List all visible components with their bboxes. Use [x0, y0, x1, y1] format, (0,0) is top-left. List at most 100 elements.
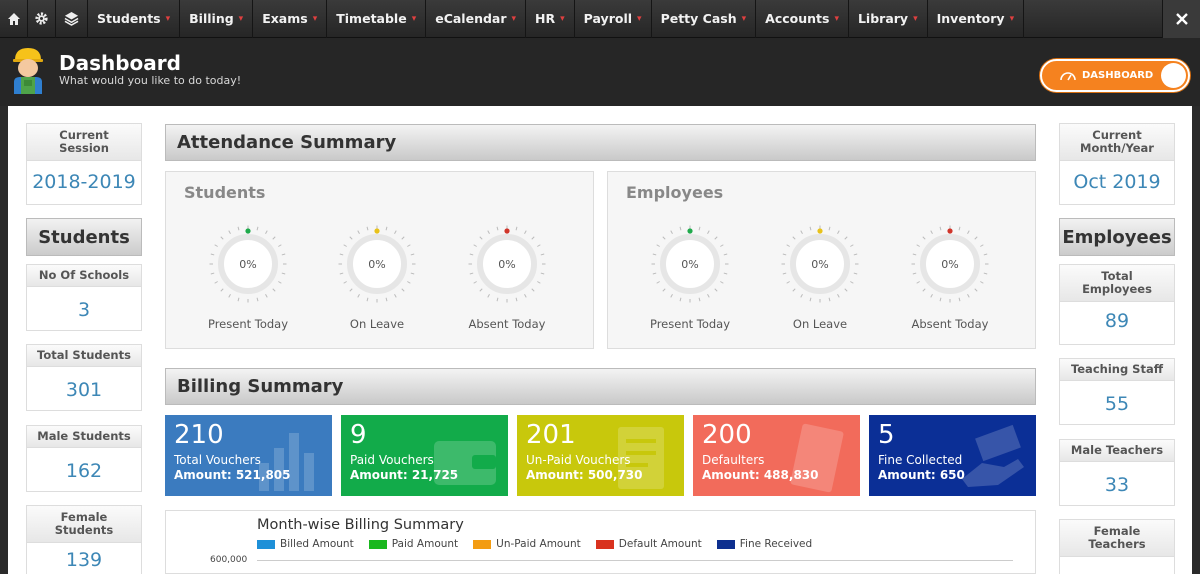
gauge-tick [939, 297, 942, 302]
chevron-down-icon: ▾ [1009, 13, 1015, 24]
card-label: Paid Vouchers [350, 453, 434, 467]
gauge-tick [385, 226, 388, 231]
speedometer-icon [1060, 71, 1076, 80]
billing-summary-title: Billing Summary [165, 368, 1036, 405]
nav-library[interactable]: Library ▾ [849, 0, 928, 38]
gauge-tick [958, 226, 961, 231]
gauge-tick [983, 253, 988, 256]
gauge-tick [662, 288, 666, 292]
gauge-tick [828, 226, 831, 231]
gauge-tick [679, 297, 682, 302]
stat-value: 139 [65, 549, 103, 571]
gauge-value: 0% [811, 258, 829, 271]
chart-legend: Billed Amount Paid Amount Un-Paid Amount… [257, 538, 827, 550]
gauge-tick [974, 288, 978, 292]
toggle-knob [1161, 63, 1186, 88]
layers-icon[interactable] [56, 0, 88, 38]
gauge-tick [983, 272, 988, 275]
employees-section-label: Employees [1059, 218, 1175, 256]
current-session-label: Current Session [27, 124, 141, 161]
stat-value: 33 [1104, 474, 1130, 496]
gauge-tick [837, 230, 840, 234]
y-tick-label: 600,000 [210, 555, 248, 565]
nav-hr[interactable]: HR ▾ [526, 0, 575, 38]
gauge-tick [220, 236, 224, 240]
home-icon[interactable] [0, 0, 28, 38]
gauge-tick [720, 281, 724, 284]
nav-label: Library [857, 11, 909, 26]
gauge-tick [272, 236, 276, 240]
nav-exams[interactable]: Exams ▾ [253, 0, 328, 38]
legend-label: Billed Amount [280, 538, 354, 550]
nav-ecalendar[interactable]: eCalendar ▾ [426, 0, 527, 38]
current-session-value: 2018-2019 [32, 171, 136, 193]
chevron-down-icon: ▾ [238, 13, 244, 24]
gauge-tick [339, 272, 344, 275]
legend-swatch [368, 539, 387, 549]
total-vouchers-card[interactable]: 210 Total Vouchers Amount: 521,805 [165, 415, 332, 496]
gauge-tick [844, 288, 848, 292]
fine-collected-card[interactable]: 5 Fine Collected Amount: 650 [869, 415, 1036, 496]
male-students-box: Male Students 162 [26, 425, 142, 492]
card-amount: Amount: 650 [878, 468, 965, 482]
gauge-tick [792, 236, 796, 240]
gauge-value: 0% [239, 258, 257, 271]
card-count: 210 [174, 420, 224, 450]
dashboard-toggle[interactable]: DASHBOARD [1040, 59, 1190, 92]
gauge-tick [967, 294, 970, 298]
gauge-label: On Leave [792, 317, 848, 331]
nav-billing[interactable]: Billing ▾ [180, 0, 254, 38]
gauge-tick [782, 272, 787, 275]
defaulters-card[interactable]: 200 Defaulters Amount: 488,830 [693, 415, 860, 496]
close-icon[interactable] [1162, 0, 1200, 38]
gauge-tick [469, 253, 474, 256]
gauge-indicator [817, 228, 823, 234]
legend-item-unpaid[interactable]: Un-Paid Amount [473, 538, 581, 550]
paid-vouchers-card[interactable]: 9 Paid Vouchers Amount: 21,725 [341, 415, 508, 496]
nav-accounts[interactable]: Accounts ▾ [756, 0, 849, 38]
gauge-tick [394, 230, 397, 234]
stat-value: 301 [65, 379, 103, 401]
legend-swatch [257, 539, 275, 549]
gear-icon[interactable] [28, 0, 56, 38]
teaching-staff-box: Teaching Staff 55 [1059, 358, 1175, 425]
stat-label: Teaching Staff [1060, 359, 1174, 381]
gauge-tick [349, 288, 353, 292]
gauge-tick [540, 272, 545, 275]
legend-swatch [716, 539, 735, 549]
gauge-tick [809, 226, 812, 231]
gauge-tick [786, 244, 790, 247]
gauge-tick [515, 297, 518, 302]
nav-timetable[interactable]: Timetable ▾ [327, 0, 427, 38]
gauge-tick [531, 236, 535, 240]
nav-students[interactable]: Students ▾ [88, 0, 181, 38]
current-month-value: Oct 2019 [1073, 171, 1161, 193]
card-label: Defaulters [702, 453, 765, 467]
gauge-tick [707, 294, 710, 298]
gauge-tick [394, 294, 397, 298]
gauge-tick [828, 297, 831, 302]
chevron-down-icon: ▾ [312, 13, 318, 24]
chart-title: Month-wise Billing Summary [257, 517, 464, 533]
legend-item-default[interactable]: Default Amount [595, 538, 702, 550]
gauge-tick [357, 230, 360, 234]
gauge-tick [800, 230, 803, 234]
gauge-tick [343, 244, 347, 247]
nav-petty-cash[interactable]: Petty Cash ▾ [652, 0, 757, 38]
stat-label: Male Students [27, 426, 141, 448]
gauge-tick [496, 226, 499, 231]
legend-item-billed[interactable]: Billed Amount [257, 538, 354, 550]
legend-item-fine[interactable]: Fine Received [716, 538, 812, 550]
gauge-tick [496, 297, 499, 302]
chevron-down-icon: ▾ [165, 13, 171, 24]
unpaid-vouchers-card[interactable]: 201 Un-Paid Vouchers Amount: 500,730 [517, 415, 684, 496]
chevron-down-icon: ▾ [560, 13, 565, 24]
nav-inventory[interactable]: Inventory ▾ [928, 0, 1025, 38]
legend-item-paid[interactable]: Paid Amount [368, 538, 458, 550]
gauge-tick [473, 281, 477, 284]
nav-payroll[interactable]: Payroll ▾ [575, 0, 652, 38]
gauge-tick [278, 244, 282, 247]
gauge-value: 0% [368, 258, 386, 271]
nav-label: HR [535, 11, 556, 26]
card-amount: Amount: 21,725 [350, 468, 459, 482]
